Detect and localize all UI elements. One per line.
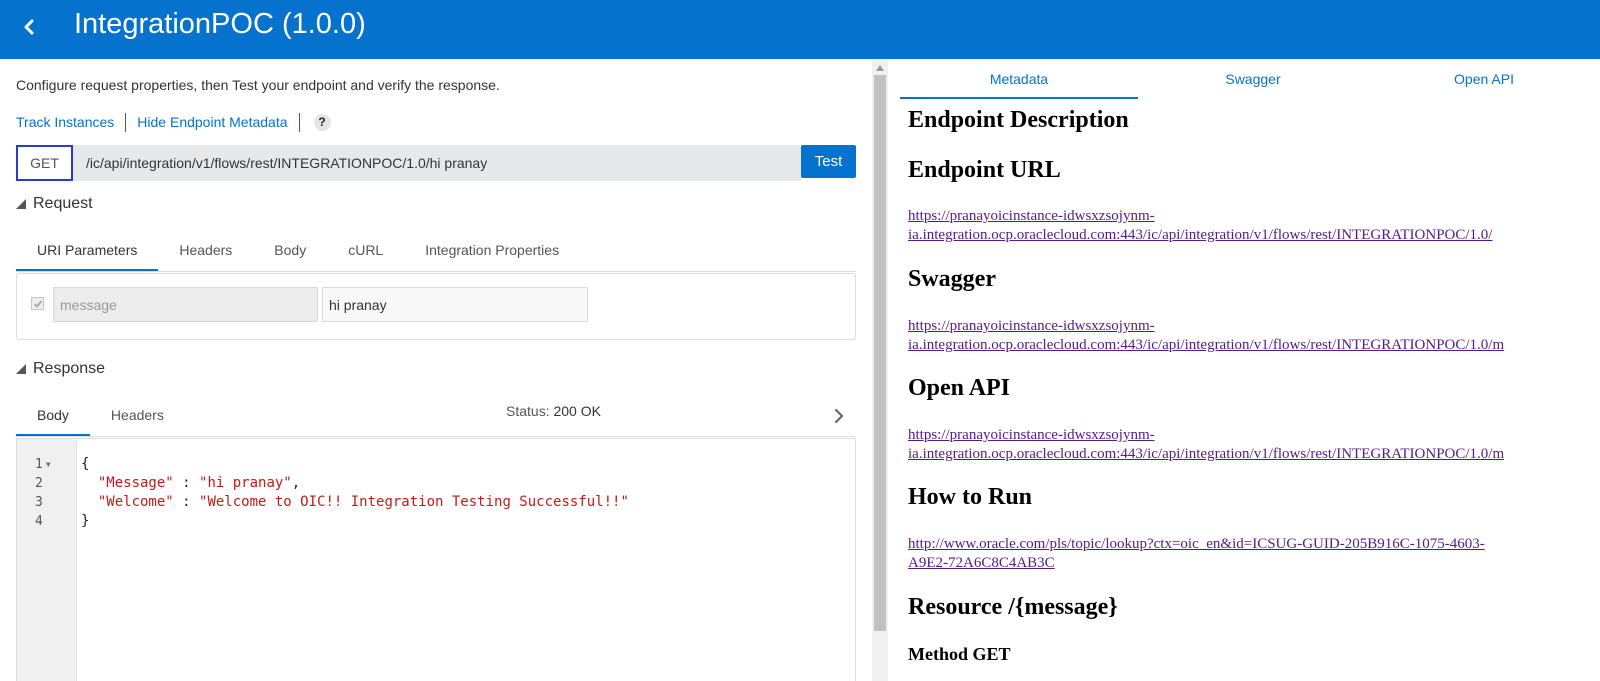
how-to-run-link[interactable]: http://www.oracle.com/pls/topic/lookup?c… — [908, 535, 1485, 573]
endpoint-url-heading: Endpoint URL — [908, 157, 1061, 183]
request-tabs: URI Parameters Headers Body cURL Integra… — [16, 229, 580, 271]
line-number: 3 — [35, 495, 43, 510]
track-instances-link[interactable]: Track Instances — [16, 114, 114, 130]
test-button[interactable]: Test — [801, 145, 856, 178]
endpoint-description-heading: Endpoint Description — [908, 107, 1129, 133]
back-button[interactable] — [14, 12, 44, 42]
left-panel-scrollbar[interactable] — [872, 59, 888, 681]
action-links: Track Instances Hide Endpoint Metadata ? — [16, 111, 331, 133]
scroll-up-arrow-icon[interactable] — [876, 65, 884, 71]
back-chevron-icon — [24, 19, 34, 35]
param-value-field[interactable]: hi pranay — [322, 287, 588, 322]
tab-response-body[interactable]: Body — [16, 394, 90, 436]
request-url-input[interactable]: /ic/api/integration/v1/flows/rest/INTEGR… — [73, 145, 801, 181]
tab-metadata[interactable]: Metadata — [900, 59, 1138, 99]
tab-curl[interactable]: cURL — [327, 229, 404, 271]
intro-text: Configure request properties, then Test … — [16, 77, 500, 93]
tab-swagger[interactable]: Swagger — [1138, 59, 1368, 99]
tab-response-headers[interactable]: Headers — [90, 394, 185, 436]
response-status: Status: 200 OK — [506, 403, 601, 419]
line-number-gutter: 1 ▼ 2 3 4 — [17, 439, 77, 681]
http-method-select[interactable]: GET — [16, 145, 73, 181]
checkbox-check-icon — [33, 299, 42, 308]
chevron-right-icon[interactable] — [830, 407, 848, 425]
tab-open-api[interactable]: Open API — [1368, 59, 1600, 99]
tab-divider — [16, 436, 856, 437]
link-divider — [298, 112, 300, 132]
line-number: 2 — [35, 476, 43, 491]
line-number: 4 — [35, 514, 43, 529]
collapse-triangle-icon — [16, 199, 26, 209]
tab-uri-parameters[interactable]: URI Parameters — [16, 229, 159, 271]
page-title: IntegrationPOC (1.0.0) — [74, 8, 366, 40]
response-body-editor[interactable]: 1 ▼ 2 3 4 { "Message" : "hi pranay", "Wel… — [16, 438, 856, 681]
code-line: } — [81, 513, 90, 529]
request-section-toggle[interactable]: Request — [16, 195, 93, 213]
tab-body[interactable]: Body — [253, 229, 327, 271]
endpoint-url-link[interactable]: https://pranayoicinstance-idwsxzsojynm- … — [908, 207, 1492, 245]
param-checkbox[interactable] — [31, 297, 44, 310]
param-name-field: message — [53, 287, 318, 322]
tab-divider — [16, 271, 856, 272]
scrollbar-thumb[interactable] — [874, 75, 886, 631]
response-tabs: Body Headers — [16, 394, 185, 436]
tab-headers[interactable]: Headers — [158, 229, 253, 271]
how-to-run-heading: How to Run — [908, 484, 1033, 510]
metadata-panel: Metadata Swagger Open API Endpoint Descr… — [888, 59, 1600, 681]
test-panel: Configure request properties, then Test … — [0, 59, 872, 681]
fold-arrow-icon[interactable]: ▼ — [46, 460, 51, 469]
request-url-bar: GET /ic/api/integration/v1/flows/rest/IN… — [16, 145, 856, 181]
status-label: Status: — [506, 403, 550, 419]
collapse-triangle-icon — [16, 364, 26, 374]
response-section-toggle[interactable]: Response — [16, 360, 105, 378]
swagger-heading: Swagger — [908, 266, 996, 292]
status-value: 200 OK — [553, 403, 601, 419]
uri-parameter-row: message hi pranay — [16, 273, 856, 340]
swagger-link[interactable]: https://pranayoicinstance-idwsxzsojynm- … — [908, 317, 1504, 355]
request-heading: Request — [33, 195, 93, 212]
open-api-link[interactable]: https://pranayoicinstance-idwsxzsojynm- … — [908, 426, 1504, 464]
code-line: { — [81, 456, 90, 472]
method-heading: Method GET — [908, 644, 1011, 664]
help-icon[interactable]: ? — [313, 113, 331, 131]
response-heading: Response — [33, 360, 106, 377]
open-api-heading: Open API — [908, 375, 1011, 401]
resource-heading: Resource /{message} — [908, 594, 1118, 620]
app-header: IntegrationPOC (1.0.0) — [0, 0, 1600, 59]
link-divider — [125, 112, 127, 132]
metadata-tabs: Metadata Swagger Open API — [900, 59, 1600, 99]
line-number: 1 ▼ — [35, 457, 51, 472]
tab-integration-properties[interactable]: Integration Properties — [404, 229, 580, 271]
code-line: "Welcome" : "Welcome to OIC!! Integratio… — [97, 494, 629, 510]
code-line: "Message" : "hi pranay", — [97, 475, 301, 491]
hide-endpoint-metadata-link[interactable]: Hide Endpoint Metadata — [137, 114, 287, 130]
